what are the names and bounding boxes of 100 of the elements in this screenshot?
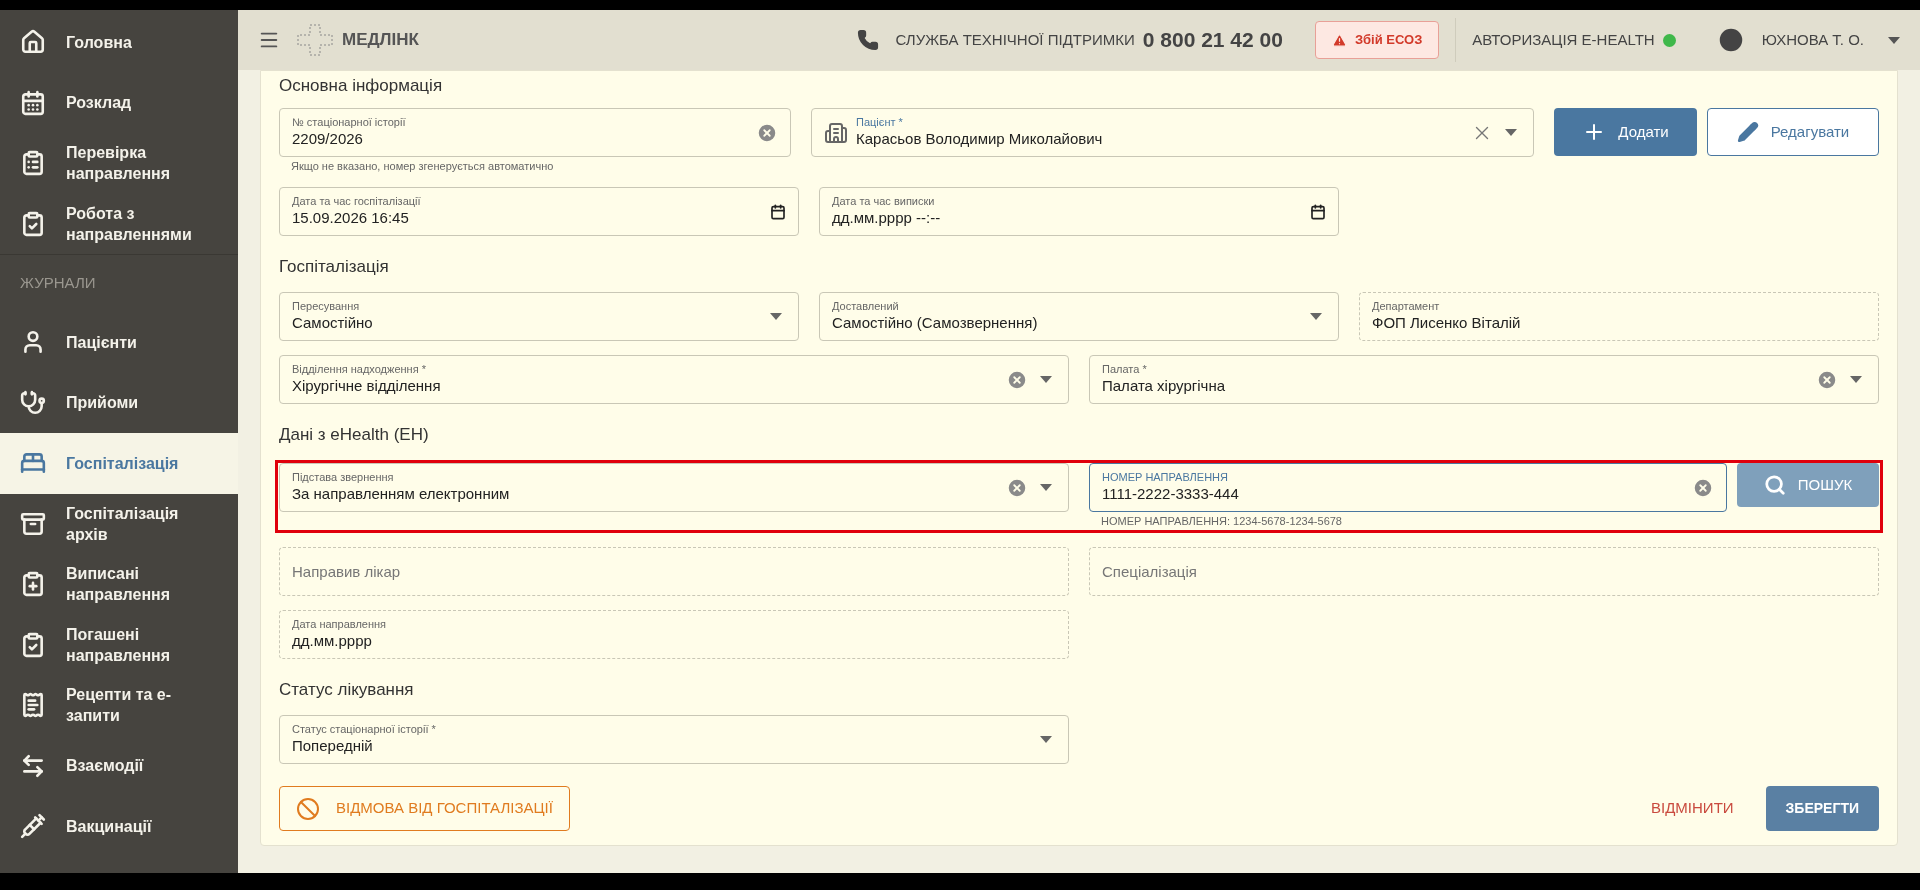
receipt-icon (20, 692, 46, 719)
select-field[interactable]: Статус стаціонарної історії * Попередній (279, 715, 1069, 764)
syringe-icon (20, 813, 46, 840)
warning-icon (1331, 32, 1347, 48)
field-label: Палата * (1102, 363, 1148, 376)
support-label: СЛУЖБА ТЕХНІЧНОЇ ПІДТРИМКИ (895, 29, 1135, 50)
cancel-button[interactable]: ВІДМІНИТИ (1635, 786, 1750, 831)
date-field[interactable]: Дата та час виписки дд.мм.рррр --:-- (819, 187, 1339, 236)
field-value: дд.мм.рррр (292, 631, 373, 651)
field-label: Дата направлення (292, 618, 388, 631)
phone-icon (857, 29, 880, 51)
field-value: 2209/2026 (292, 129, 364, 149)
caret-icon[interactable] (770, 313, 782, 320)
field-value: ФОП Лисенко Віталій (1372, 313, 1522, 333)
field-value: Самостійно (292, 313, 374, 333)
caret-icon[interactable] (1040, 484, 1052, 491)
caret-icon[interactable] (1040, 736, 1052, 743)
sidebar-item[interactable]: Пацієнти (0, 312, 238, 373)
field-label: № стаціонарної історії (292, 116, 407, 129)
select-field[interactable]: Пересування Самостійно (279, 292, 799, 341)
field-value: За направленням електронним (292, 484, 511, 504)
sidebar-item[interactable]: Вакцинації (0, 796, 238, 857)
archive-icon (20, 510, 46, 537)
select-field[interactable]: Відділення надходження * Хірургічне відділення (279, 355, 1069, 404)
date-field[interactable]: Дата та час госпіталізації 15.09.2026 16:45 (279, 187, 799, 236)
field-value: Палата хірургічна (1102, 376, 1227, 396)
pencil-icon (1736, 121, 1759, 143)
field-value: Самостійно (Самозвернення) (832, 313, 1039, 333)
caret-icon[interactable] (1505, 129, 1517, 136)
sidebar-item[interactable]: Взаємодії (0, 735, 238, 796)
field-placeholder: Спеціалізація (1102, 561, 1198, 582)
input-field[interactable]: НОМЕР НАПРАВЛЕННЯ 1111-2222-3333-444 (1089, 463, 1727, 512)
section-title: Дані з eHealth (ЕН) (279, 424, 430, 446)
clear-icon[interactable] (756, 121, 778, 144)
auth-label: АВТОРИЗАЦІЯ E-HEALTH (1472, 29, 1655, 50)
field-label: Дата та час виписки (832, 195, 936, 208)
sidebar-item[interactable]: Погашені направлення (0, 614, 238, 675)
alert-button[interactable]: Збій ЕСОЗ (1314, 21, 1440, 59)
calendar-icon[interactable] (770, 203, 786, 220)
field-label: НОМЕР НАПРАВЛЕННЯ (1102, 471, 1229, 484)
select-field[interactable]: Підстава звернення За направленням електронним (279, 463, 1069, 512)
sidebar-item[interactable]: Головна (0, 12, 238, 73)
caret-icon[interactable] (1040, 376, 1052, 383)
sidebar-item[interactable]: Прийоми (0, 372, 238, 433)
select-field[interactable]: Пацієнт * Карасьов Володимир Миколайович (811, 108, 1534, 157)
field-label: Підстава звернення (292, 471, 395, 484)
logo-text: МЕДЛІНК (342, 29, 419, 52)
helper-text: Якщо не вказано, номер згенерується автоматично (290, 159, 555, 173)
field-label: Пацієнт * (856, 116, 904, 129)
field-label: Пересування (292, 300, 361, 313)
select-field[interactable]: Палата * Палата хірургічна (1089, 355, 1879, 404)
field-label: Статус стаціонарної історії * (292, 723, 437, 736)
clipboard-icon (20, 571, 46, 598)
sidebar-item[interactable]: Госпіталізація (0, 433, 238, 494)
sidebar-item[interactable]: Виписані направлення (0, 554, 238, 615)
caret-icon[interactable] (1310, 313, 1322, 320)
text-field[interactable]: Направив лікар (279, 547, 1069, 596)
clipboard-check-icon (20, 210, 46, 237)
stethoscope-icon (20, 389, 46, 416)
sidebar-item[interactable]: Робота з направленнями (0, 193, 238, 254)
field-value: 1111-2222-3333-444 (1102, 484, 1240, 504)
section-title: Госпіталізація (279, 256, 390, 278)
field-label: Відділення надходження * (292, 363, 427, 376)
search-icon (1763, 474, 1786, 496)
edit-button[interactable]: Редагувати (1707, 108, 1879, 156)
clear-icon[interactable] (1006, 368, 1028, 391)
clipboard-check-icon (20, 631, 46, 658)
field-placeholder: Направив лікар (292, 561, 402, 582)
support-phone: 0 800 21 42 00 (1142, 27, 1283, 54)
sidebar-item[interactable]: Госпіталізація архів (0, 493, 238, 554)
sidebar-item[interactable]: Перевірка направлення (0, 133, 238, 194)
text-field[interactable]: Департамент ФОП Лисенко Віталій (1359, 292, 1879, 341)
field-label: Доставлений (832, 300, 900, 313)
calendar-icon[interactable] (1310, 203, 1326, 220)
field-label: Дата та час госпіталізації (292, 195, 422, 208)
field-value: дд.мм.рррр --:-- (832, 208, 942, 228)
sidebar-item[interactable]: Рецепти та е-запити (0, 675, 238, 736)
section-title: Статус лікування (279, 679, 415, 701)
clear-icon[interactable] (1816, 368, 1838, 391)
caret-icon[interactable] (1850, 376, 1862, 383)
caret-icon[interactable] (1888, 36, 1900, 44)
field-value: Карасьов Володимир Миколайович (856, 129, 1104, 149)
select-field[interactable]: Доставлений Самостійно (Самозвернення) (819, 292, 1339, 341)
save-button[interactable]: ЗБЕРЕГТИ (1765, 786, 1879, 831)
input-field[interactable]: № стаціонарної історії 2209/2026 (279, 108, 791, 157)
building-icon (824, 120, 848, 145)
arrows-icon (20, 752, 46, 779)
add-button[interactable]: Додати (1554, 108, 1697, 156)
clear-icon[interactable] (1006, 476, 1028, 499)
field-value: 15.09.2026 16:45 (292, 208, 410, 228)
ban-icon (296, 796, 320, 821)
text-field[interactable]: Дата направлення дд.мм.рррр (279, 610, 1069, 659)
text-field[interactable]: Спеціалізація (1089, 547, 1879, 596)
section-title: Основна інформація (279, 75, 444, 97)
sidebar-item[interactable]: Розклад (0, 72, 238, 133)
home-icon (20, 29, 46, 56)
clear-icon[interactable] (1692, 476, 1714, 499)
user-name[interactable]: ЮХНОВА Т. О. (1761, 28, 1864, 52)
clipboard-list-icon (20, 150, 46, 177)
section-label: ЖУРНАЛИ (20, 273, 96, 294)
